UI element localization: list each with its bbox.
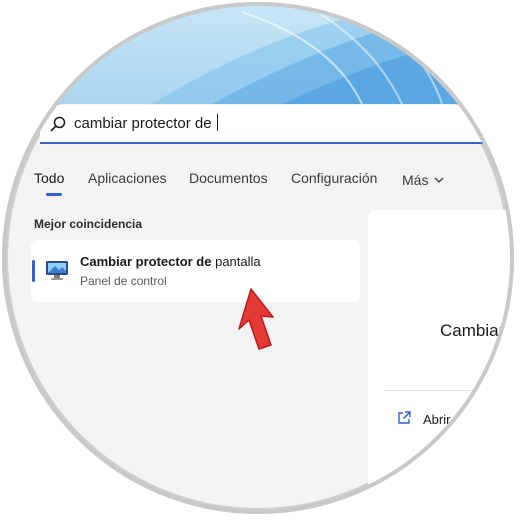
best-match-result[interactable]: Cambiar protector de pantalla Panel de c…: [31, 240, 360, 302]
tab-aplicaciones[interactable]: Aplicaciones: [88, 170, 167, 186]
preview-divider: [384, 390, 514, 391]
search-input[interactable]: cambiar protector de: [74, 114, 218, 132]
wallpaper-bloom-graphic: [152, 2, 514, 105]
preview-pane: Cambiar Abrir: [368, 210, 514, 514]
result-title: Cambiar protector de pantalla: [80, 254, 261, 269]
result-title-rest: pantalla: [211, 254, 261, 269]
tab-todo[interactable]: Todo: [34, 170, 64, 186]
search-icon: [50, 116, 66, 137]
result-title-match: Cambiar protector de: [80, 254, 212, 269]
text-caret: [216, 114, 218, 131]
selection-accent: [32, 260, 35, 282]
search-tabs: Todo Aplicaciones Documentos Configuraci…: [2, 170, 514, 200]
open-external-icon[interactable]: [396, 410, 412, 431]
active-tab-indicator: [46, 193, 62, 196]
red-pointer-arrow: [227, 285, 289, 360]
open-action[interactable]: Abrir: [423, 412, 450, 427]
zoom-circle: cambiar protector de Todo Aplicaciones D…: [2, 2, 514, 514]
preview-title: Cambiar: [440, 321, 505, 340]
result-subtitle: Panel de control: [80, 274, 167, 288]
tab-documentos[interactable]: Documentos: [189, 170, 268, 186]
screensaver-monitor-icon: [45, 260, 69, 287]
tab-mas-label: Más: [402, 172, 429, 188]
desktop-wallpaper: [2, 2, 514, 105]
chevron-down-icon: [434, 170, 444, 186]
tab-mas[interactable]: Más: [402, 170, 444, 188]
tab-configuracion[interactable]: Configuración: [291, 170, 377, 186]
best-match-heading: Mejor coincidencia: [34, 217, 143, 231]
search-bar[interactable]: cambiar protector de: [40, 105, 514, 144]
